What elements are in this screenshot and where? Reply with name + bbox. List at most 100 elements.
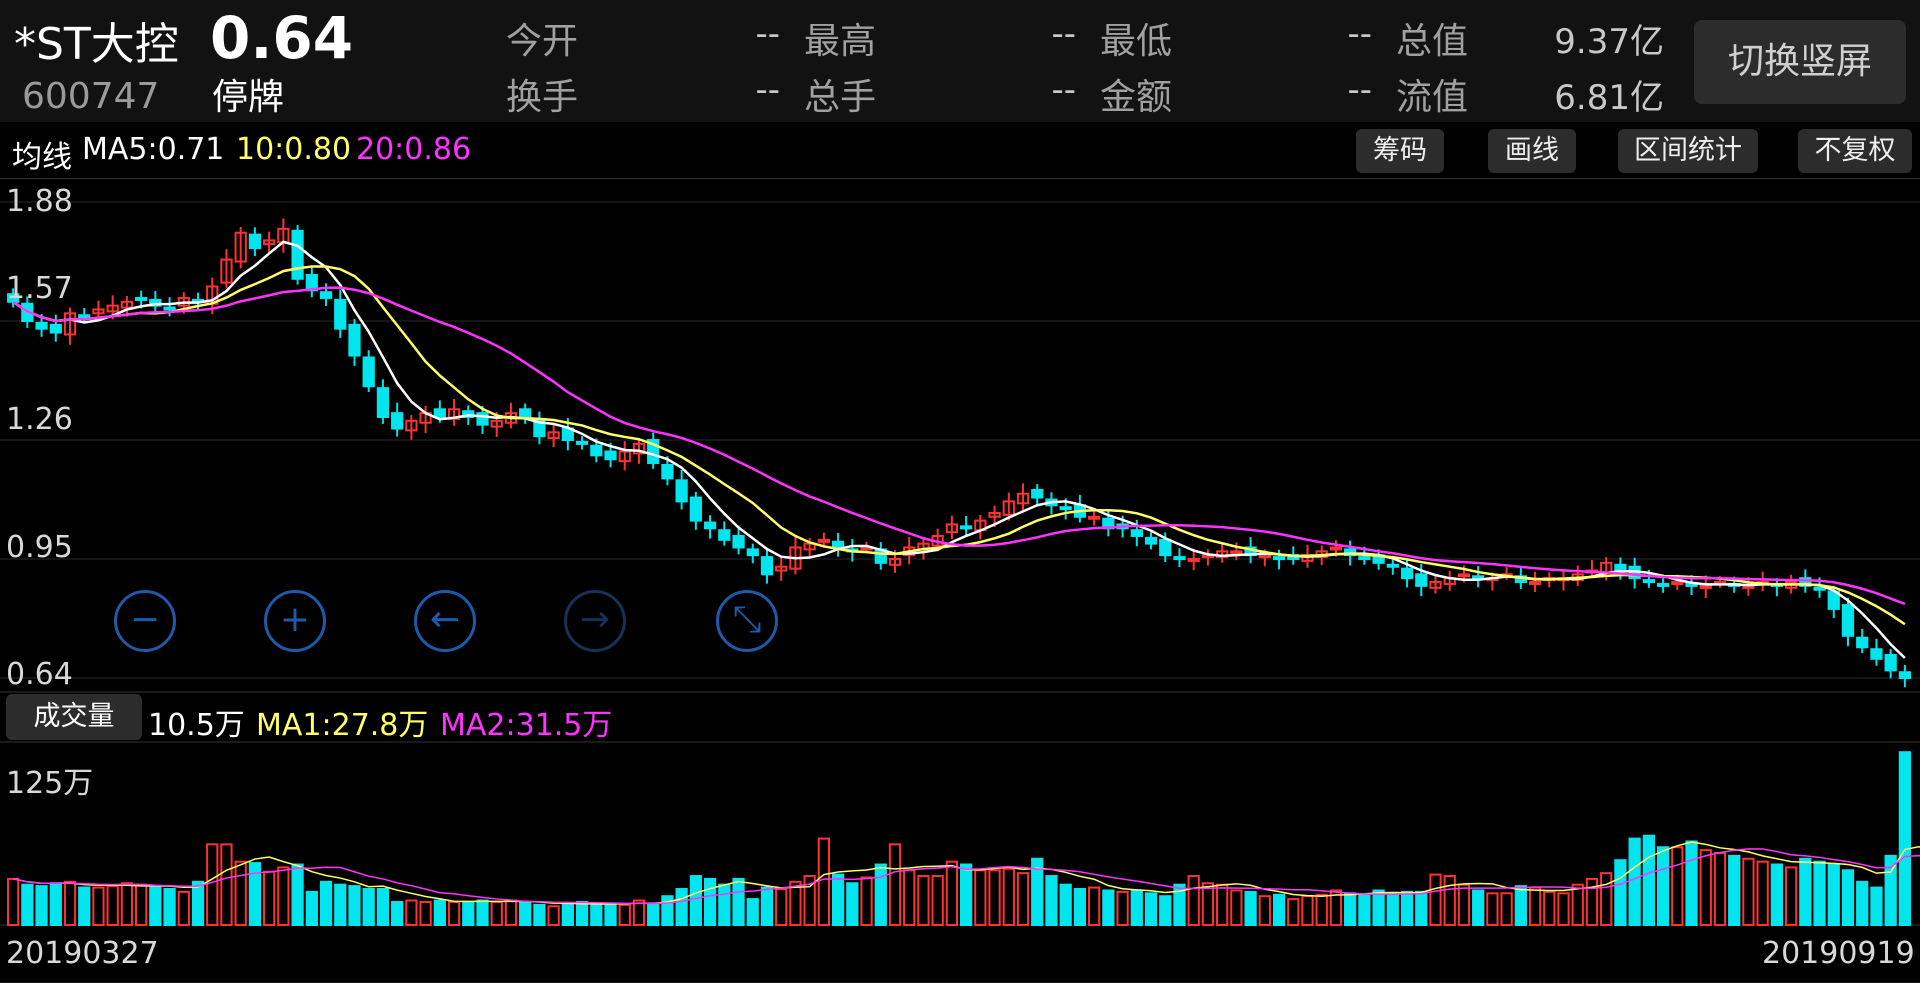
volume-bar: [1386, 892, 1399, 927]
candle-body: [675, 479, 688, 503]
volume-bar: [817, 837, 830, 926]
volume-bar: [504, 899, 518, 927]
volume-bar: [1728, 854, 1741, 927]
candle-body: [519, 408, 532, 418]
candle-body: [362, 356, 375, 388]
volume-bar: [519, 900, 532, 927]
price-tick: 1.26: [6, 402, 73, 437]
candle-body: [391, 412, 404, 430]
candle-body: [1144, 536, 1158, 545]
volume-bar: [1400, 890, 1414, 927]
volume-bar: [1102, 889, 1115, 927]
start-date: 20190327: [6, 936, 159, 971]
volume-bar: [405, 899, 418, 927]
volume-bar: [1144, 892, 1158, 927]
candle-body: [1656, 582, 1670, 587]
volume-bar: [1216, 883, 1229, 926]
volume-bar: [917, 875, 930, 926]
volume-current: 10.5万: [148, 708, 245, 743]
volume-bar: [120, 882, 134, 926]
volume-bar: [846, 882, 859, 926]
volume-bar: [703, 877, 717, 926]
volume-bar: [149, 886, 162, 926]
candle-body: [1386, 563, 1399, 568]
candle-body: [703, 521, 717, 530]
volume-tick: 125万: [6, 766, 94, 801]
volume-bar: [1628, 837, 1641, 926]
candle-body: [35, 321, 48, 330]
volume-bar: [675, 888, 688, 926]
volume-bar: [1472, 889, 1485, 927]
volume-bar: [376, 888, 390, 926]
zoom-in-icon[interactable]: +: [264, 590, 326, 652]
volume-bar: [1130, 889, 1143, 927]
volume-bar: [1230, 889, 1243, 927]
volume-bar: [433, 899, 446, 927]
volume-bar: [604, 903, 617, 927]
volume-bar: [1059, 883, 1072, 926]
volume-bar: [1045, 875, 1058, 926]
volume-bar: [689, 875, 702, 926]
candle-body: [1642, 579, 1655, 584]
candle-body: [1671, 581, 1684, 586]
volume-bar: [533, 903, 546, 927]
volume-bar: [1685, 840, 1698, 926]
candle-body: [376, 387, 390, 418]
volume-bar: [1543, 890, 1556, 927]
zoom-out-icon[interactable]: −: [114, 590, 176, 652]
price-tick: 1.57: [6, 271, 73, 306]
volume-bar: [718, 883, 731, 926]
candle-body: [689, 496, 702, 522]
volume-bar: [959, 863, 973, 927]
candle-body: [1031, 488, 1044, 499]
volume-bar: [92, 886, 105, 926]
volume-bar: [1301, 895, 1314, 927]
price-tick: 0.95: [6, 530, 73, 565]
volume-bar: [1429, 873, 1442, 926]
volume-bar: [945, 860, 959, 927]
candle-body: [1159, 538, 1172, 557]
candle-body: [732, 534, 745, 549]
volume-bar: [277, 866, 290, 927]
candle-body: [1088, 515, 1101, 520]
volume-bar: [1713, 852, 1727, 926]
candle-body: [590, 444, 603, 457]
volume-bar: [1614, 859, 1627, 927]
volume-bar: [106, 885, 119, 926]
kline-chart[interactable]: [0, 0, 1920, 983]
candle-body: [334, 298, 347, 330]
volume-bar: [1073, 888, 1087, 926]
candle-body: [746, 548, 759, 557]
volume-bar: [775, 888, 788, 926]
volume-bar: [874, 863, 887, 927]
volume-bar: [888, 843, 902, 926]
volume-bar: [191, 880, 205, 926]
arrow-left-icon[interactable]: ←: [414, 590, 476, 652]
volume-bar: [21, 883, 34, 926]
volume-bar: [490, 900, 503, 927]
candle-body: [661, 463, 674, 480]
volume-bar: [1813, 860, 1826, 927]
volume-bar: [35, 885, 48, 926]
end-date: 20190919: [1762, 936, 1915, 971]
volume-bar: [177, 890, 190, 927]
volume-bar: [1898, 751, 1912, 927]
volume-bar: [362, 888, 375, 926]
volume-bar: [1770, 863, 1783, 927]
candle-body: [1457, 573, 1471, 578]
candle-body: [1884, 653, 1897, 672]
volume-bar: [903, 869, 916, 927]
volume-bar: [1287, 898, 1300, 927]
collapse-icon[interactable]: ⤡: [716, 590, 778, 652]
price-tick: 1.88: [6, 184, 73, 219]
volume-button[interactable]: 成交量: [6, 694, 142, 740]
volume-bar: [831, 873, 845, 926]
candle-body: [718, 529, 731, 541]
volume-bar: [1415, 890, 1428, 927]
candle-body: [1130, 529, 1143, 537]
volume-bar: [1784, 866, 1798, 927]
candle-body: [1472, 575, 1485, 580]
volume-bar: [419, 900, 432, 927]
volume-bar: [348, 885, 361, 926]
candle-body: [1898, 671, 1912, 680]
